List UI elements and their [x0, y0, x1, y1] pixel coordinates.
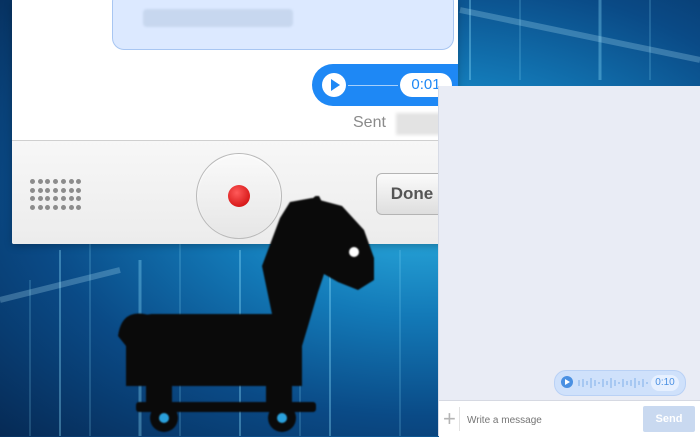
play-icon[interactable]: [322, 73, 346, 97]
plus-icon[interactable]: +: [443, 407, 456, 431]
play-icon[interactable]: [561, 376, 573, 388]
incoming-message-bubble-blurred: [112, 0, 454, 50]
audio-message-bubble-small[interactable]: 0:10: [554, 370, 686, 396]
message-input[interactable]: [465, 409, 639, 431]
send-button[interactable]: Send: [643, 406, 695, 432]
trojan-horse-icon: [118, 196, 374, 432]
sent-status: Sent: [353, 114, 386, 131]
audio-duration-small: 0:10: [651, 375, 679, 391]
right-chat-screen: 0:10 + Send: [438, 86, 700, 437]
audio-track-line: [348, 85, 398, 86]
chat-area: 0:01 Sent: [12, 0, 458, 140]
message-composer: + Send: [439, 400, 700, 437]
waveform-icon: [578, 378, 648, 388]
blurred-text: [143, 9, 293, 27]
keypad-icon[interactable]: [30, 179, 82, 211]
composer-divider: [459, 407, 460, 431]
audio-message-bubble[interactable]: 0:01: [312, 64, 458, 106]
